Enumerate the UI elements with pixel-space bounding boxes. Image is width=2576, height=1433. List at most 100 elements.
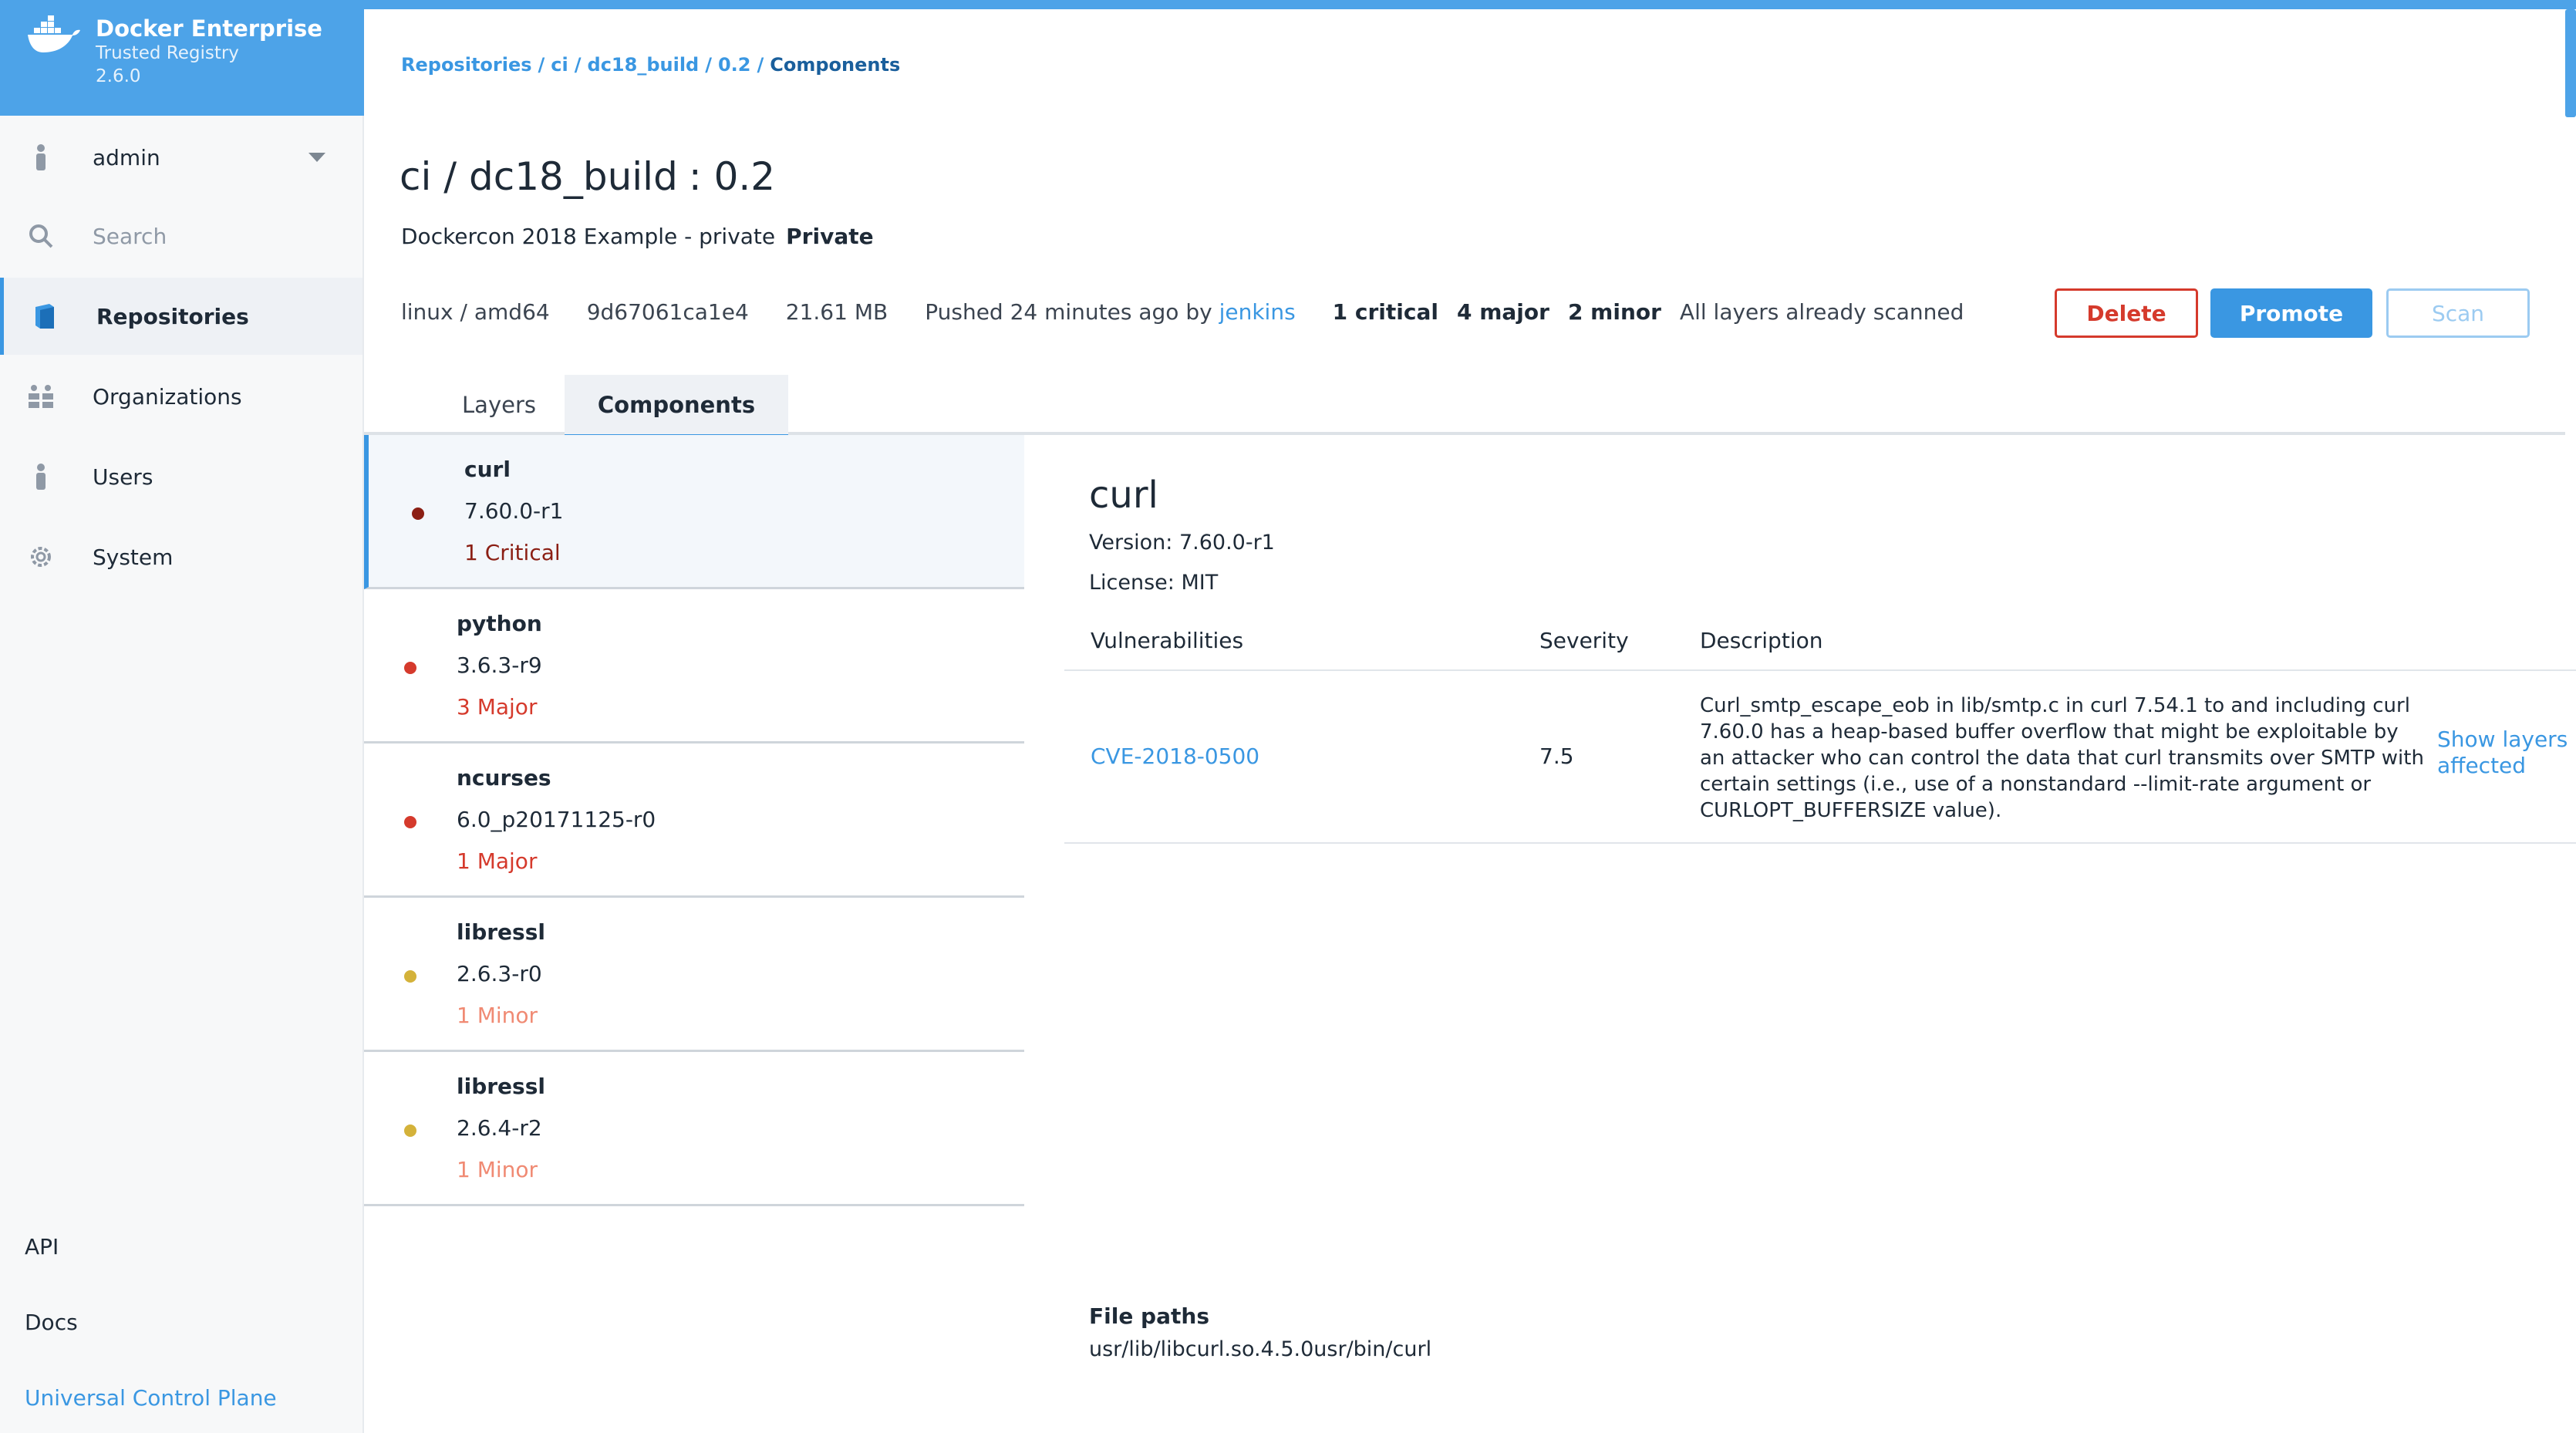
breadcrumb-repositories[interactable]: Repositories bbox=[401, 54, 532, 76]
sidebar-item-label: Organizations bbox=[93, 383, 242, 410]
user-menu[interactable]: admin bbox=[0, 119, 362, 196]
docs-link[interactable]: Docs bbox=[25, 1310, 78, 1335]
scan-button[interactable]: Scan bbox=[2386, 288, 2530, 338]
sidebar: Docker Enterprise Trusted Registry 2.6.0… bbox=[0, 0, 364, 1433]
severity-dot bbox=[404, 662, 416, 674]
description-text: Dockercon 2018 Example - private bbox=[401, 224, 776, 249]
component-list: curl 7.60.0-r1 1 Critical python 3.6.3-r… bbox=[364, 435, 1024, 1206]
minor-count: 2 minor bbox=[1567, 299, 1661, 325]
component-severity: 3 Major bbox=[457, 694, 538, 720]
sidebar-item-organizations[interactable]: Organizations bbox=[0, 358, 362, 435]
sidebar-item-system[interactable]: System bbox=[0, 518, 362, 595]
component-name: curl bbox=[464, 457, 511, 482]
repo-name: ci / dc18_build bbox=[400, 154, 678, 199]
cve-link[interactable]: CVE-2018-0500 bbox=[1091, 743, 1259, 769]
component-name: libressl bbox=[457, 919, 545, 945]
user-icon bbox=[23, 459, 59, 494]
pusher-link[interactable]: jenkins bbox=[1219, 299, 1296, 325]
sidebar-item-label: Repositories bbox=[96, 303, 249, 329]
component-version-label: Version: 7.60.0-r1 bbox=[1089, 531, 1275, 555]
ucp-link[interactable]: Universal Control Plane bbox=[25, 1385, 277, 1411]
search-placeholder: Search bbox=[93, 223, 167, 249]
breadcrumb: Repositories / ci / dc18_build/0.2/Component… bbox=[401, 54, 900, 76]
severity-dot bbox=[412, 507, 424, 520]
breadcrumb-separator: / bbox=[538, 54, 545, 76]
breadcrumb-namespace[interactable]: ci bbox=[551, 54, 568, 76]
api-link[interactable]: API bbox=[25, 1234, 59, 1259]
docker-whale-icon bbox=[28, 15, 80, 52]
component-name: ncurses bbox=[457, 765, 551, 791]
pushed-text: Pushed 24 minutes ago by bbox=[925, 299, 1212, 325]
file-paths-value: usr/lib/libcurl.so.4.5.0usr/bin/curl bbox=[1089, 1337, 1432, 1361]
top-accent-bar bbox=[364, 0, 2576, 9]
component-version: 2.6.3-r0 bbox=[457, 961, 542, 986]
column-header-description: Description bbox=[1700, 628, 1823, 653]
list-item[interactable]: ncurses 6.0_p20171125-r0 1 Major bbox=[364, 743, 1024, 898]
brand-title: Docker Enterprise bbox=[96, 15, 322, 42]
tab-layers[interactable]: Layers bbox=[426, 375, 572, 435]
sidebar-item-repositories[interactable]: Repositories bbox=[0, 278, 362, 355]
book-icon bbox=[27, 298, 62, 334]
column-header-severity: Severity bbox=[1539, 628, 1629, 653]
component-name: python bbox=[457, 611, 542, 636]
component-version: 2.6.4-r2 bbox=[457, 1115, 542, 1141]
sidebar-item-label: Users bbox=[93, 464, 153, 490]
show-layers-affected-link[interactable]: Show layers affected bbox=[2437, 727, 2576, 779]
search-input[interactable]: Search bbox=[0, 197, 362, 275]
platform: linux / amd64 bbox=[401, 299, 550, 325]
component-name: libressl bbox=[457, 1074, 545, 1099]
breadcrumb-tag[interactable]: 0.2 bbox=[718, 54, 751, 76]
severity-dot bbox=[404, 816, 416, 828]
severity-dot bbox=[404, 970, 416, 983]
component-title: curl bbox=[1089, 474, 1158, 517]
file-paths-label: File paths bbox=[1089, 1303, 1209, 1329]
breadcrumb-current: Components bbox=[770, 54, 901, 76]
list-item[interactable]: python 3.6.3-r9 3 Major bbox=[364, 589, 1024, 743]
vulnerability-description: Curl_smtp_escape_eob in lib/smtp.c in cu… bbox=[1700, 694, 2424, 822]
image-size: 21.61 MB bbox=[785, 299, 888, 325]
delete-button[interactable]: Delete bbox=[2055, 288, 2198, 338]
chevron-down-icon[interactable] bbox=[309, 153, 325, 162]
image-metadata: linux / amd64 9d67061ca1e4 21.61 MB Push… bbox=[401, 299, 1964, 325]
component-detail: curl Version: 7.60.0-r1 License: MIT Vul… bbox=[1024, 435, 2576, 1433]
list-item[interactable]: libressl 2.6.4-r2 1 Minor bbox=[364, 1052, 1024, 1206]
component-version: 3.6.3-r9 bbox=[457, 652, 542, 678]
component-severity: 1 Major bbox=[457, 848, 538, 874]
sidebar-item-users[interactable]: Users bbox=[0, 438, 362, 515]
breadcrumb-separator: / bbox=[574, 54, 582, 76]
component-license: License: MIT bbox=[1089, 571, 1219, 595]
user-name: admin bbox=[93, 144, 160, 170]
brand-subtitle: Trusted Registry bbox=[96, 43, 239, 63]
component-version: 7.60.0-r1 bbox=[464, 498, 564, 524]
tab-components[interactable]: Components bbox=[565, 375, 788, 438]
column-header-vulnerabilities: Vulnerabilities bbox=[1091, 628, 1244, 653]
brand-version: 2.6.0 bbox=[96, 66, 141, 86]
vulnerability-summary: 1 critical 4 major 2 minor All layers al… bbox=[1333, 299, 1964, 325]
component-version: 6.0_p20171125-r0 bbox=[457, 807, 656, 832]
component-severity: 1 Minor bbox=[457, 1157, 538, 1182]
app-window: Docker Enterprise Trusted Registry 2.6.0… bbox=[0, 0, 2576, 1433]
severity-dot bbox=[404, 1124, 416, 1137]
group-icon bbox=[23, 379, 59, 414]
tag-name: : 0.2 bbox=[688, 154, 776, 199]
table-row: CVE-2018-0500 7.5 Curl_smtp_escape_eob i… bbox=[1064, 671, 2576, 844]
sidebar-item-label: System bbox=[93, 544, 174, 570]
breadcrumb-separator: / bbox=[705, 54, 712, 76]
list-item[interactable]: curl 7.60.0-r1 1 Critical bbox=[364, 435, 1024, 589]
scan-status: All layers already scanned bbox=[1679, 299, 1964, 325]
visibility-badge: Private bbox=[786, 224, 874, 249]
user-icon bbox=[23, 140, 59, 175]
repo-description: Dockercon 2018 Example - private Private bbox=[401, 224, 874, 249]
promote-button[interactable]: Promote bbox=[2210, 288, 2372, 338]
brand-header[interactable]: Docker Enterprise Trusted Registry 2.6.0 bbox=[0, 0, 364, 116]
list-item[interactable]: libressl 2.6.3-r0 1 Minor bbox=[364, 898, 1024, 1052]
severity-score: 7.5 bbox=[1539, 743, 1574, 769]
component-severity: 1 Minor bbox=[457, 1003, 538, 1028]
breadcrumb-separator: / bbox=[757, 54, 764, 76]
vulnerability-table-header: Vulnerabilities Severity Description bbox=[1064, 605, 2576, 671]
scrollbar[interactable] bbox=[2565, 9, 2576, 117]
gear-icon bbox=[23, 539, 59, 575]
critical-count: 1 critical bbox=[1332, 299, 1438, 325]
breadcrumb-repo[interactable]: dc18_build bbox=[588, 54, 700, 76]
major-count: 4 major bbox=[1456, 299, 1549, 325]
